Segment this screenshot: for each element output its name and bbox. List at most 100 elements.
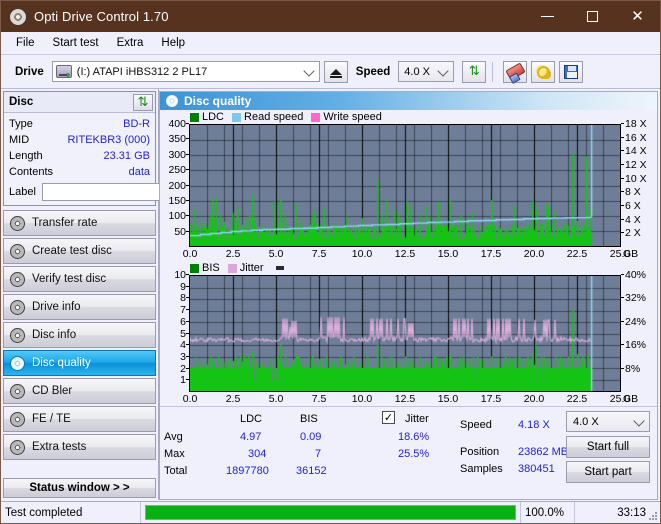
close-icon: ✕ — [631, 7, 644, 25]
disc-row-type: Type BD-R — [9, 116, 150, 132]
minimize-icon — [541, 16, 554, 17]
y-tick-label: 200 — [168, 179, 189, 192]
x-tick-label: 22.5 — [566, 248, 588, 260]
sidebar-item-create-test-disc[interactable]: Create test disc — [3, 238, 156, 264]
y2-tick-label: 10 X — [621, 172, 647, 185]
menu-start-test[interactable]: Start test — [44, 35, 108, 51]
y2-tick-label: 16 X — [621, 131, 647, 144]
disc-row-mid: MID RITEKBR3 (000) — [9, 132, 150, 148]
x-tick-label: 20.0 — [523, 393, 545, 405]
stats-total-ldc: 1897780 — [226, 465, 269, 477]
disc-icon — [10, 383, 25, 399]
bis-plot-area[interactable] — [189, 275, 621, 392]
menu-file[interactable]: File — [7, 35, 44, 51]
disc-icon — [10, 271, 25, 287]
stats-position-value: 23862 MB — [518, 446, 569, 458]
menu-extra[interactable]: Extra — [108, 35, 153, 51]
sidebar-item-cd-bler[interactable]: CD Bler — [3, 378, 156, 404]
sidebar-item-transfer-rate[interactable]: Transfer rate — [3, 210, 156, 236]
legend-swatch — [227, 263, 237, 273]
legend-item-ldc: LDC — [190, 111, 224, 123]
toolbar-divider — [492, 61, 494, 82]
y-tick-label: 350 — [168, 133, 189, 146]
eraser-icon — [505, 62, 526, 81]
drive-select[interactable]: (I:) ATAPI iHBS312 2 PL17 — [51, 61, 320, 82]
disc-row-key: Contents — [9, 166, 54, 178]
x-tick-label: 7.5 — [311, 393, 327, 405]
status-message: Test completed — [1, 502, 141, 523]
x-tick-label: 2.5 — [225, 393, 241, 405]
disc-row-value: data — [128, 166, 150, 178]
disc-icon — [10, 411, 25, 427]
y-tick-label: 250 — [168, 164, 189, 177]
eject-button[interactable] — [323, 60, 348, 83]
disc-row-value: RITEKBR3 (000) — [67, 134, 150, 146]
sidebar-item-disc-quality[interactable]: Disc quality — [3, 350, 156, 376]
start-full-button[interactable]: Start full — [566, 436, 650, 458]
disc-row-length: Length 23.31 GB — [9, 148, 150, 164]
y2-tick-label: 18 X — [621, 118, 647, 130]
x-tick-label: 15.0 — [437, 393, 459, 405]
sidebar-item-verify-test-disc[interactable]: Verify test disc — [3, 266, 156, 292]
disc-panel: Disc ⇅ Type BD-R MID RITEKBR3 (000) Leng… — [3, 91, 244, 206]
legend-item-bis: BIS — [190, 262, 220, 274]
y-tick-label: 8 — [180, 292, 189, 305]
drive-icon — [55, 65, 72, 78]
stats-speed-value: 4.18 X — [518, 419, 550, 431]
save-button[interactable] — [559, 60, 584, 83]
refresh-button[interactable]: ⇅ — [462, 60, 487, 83]
resize-grip[interactable] — [648, 511, 658, 521]
legend-label: Jitter — [239, 262, 264, 274]
sidebar-item-drive-info[interactable]: Drive info — [3, 294, 156, 320]
bis-jitter-chart: BIS Jitter 1 2 3 4 5 6 7 8 9 10 8% 16% 24% 32% 40% 0.… — [160, 261, 657, 406]
ldc-plot-area[interactable] — [189, 124, 621, 247]
sidebar-item-fe-te[interactable]: FE / TE — [3, 406, 156, 432]
speed-label: Speed — [355, 65, 391, 78]
progress-bar-fill — [146, 506, 515, 519]
ldc-chart-legend: LDC Read speed Write speed — [160, 110, 657, 124]
start-part-button[interactable]: Start part — [566, 461, 650, 483]
y2-tick-label: 16% — [620, 339, 647, 352]
disc-quality-icon — [166, 95, 178, 107]
x-axis-unit-label: GB — [623, 248, 639, 260]
x-tick-label: 5.0 — [268, 248, 284, 260]
x-tick-label: 2.5 — [225, 248, 241, 260]
y2-tick-label: 8% — [620, 362, 641, 375]
minimize-button[interactable] — [525, 1, 570, 32]
disc-row-value: 23.31 GB — [103, 150, 150, 162]
erase-button[interactable] — [503, 60, 528, 83]
maximize-icon — [587, 11, 598, 22]
x-tick-label: 10.0 — [351, 248, 373, 260]
sidebar-item-label: CD Bler — [32, 385, 73, 397]
ldc-y-axis-labels: 50 100 150 200 250 300 350 400 — [160, 119, 189, 247]
stats-header-ldc: LDC — [240, 413, 263, 425]
x-tick-label: 0.0 — [182, 248, 198, 260]
disc-row-key: Length — [9, 150, 43, 162]
stats-row-key-total: Total — [164, 465, 188, 477]
disc-row-contents: Contents data — [9, 164, 150, 180]
stats-max-jitter: 25.5% — [398, 448, 430, 460]
title-bar: Opti Drive Control 1.70 ✕ — [1, 1, 660, 32]
sidebar-item-disc-info[interactable]: Disc info — [3, 322, 156, 348]
test-speed-select[interactable]: 4.0 X — [566, 411, 650, 432]
sidebar-item-label: Transfer rate — [32, 217, 98, 229]
content-panel: Disc quality LDC Read speed Write speed — [159, 91, 658, 500]
status-window-button[interactable]: Status window > > — [3, 478, 156, 498]
ldc-plot-row: 50 100 150 200 250 300 350 400 2 X4 X6 X8 X 10 X… — [160, 119, 657, 247]
legend-label: BIS — [202, 262, 220, 274]
speed-select[interactable]: 4.0 X — [398, 61, 455, 82]
eject-icon — [329, 68, 342, 78]
sidebar-item-extra-tests[interactable]: Extra tests — [3, 434, 156, 460]
sidebar: Disc ⇅ Type BD-R MID RITEKBR3 (000) Leng… — [1, 89, 244, 500]
disc-refresh-button[interactable]: ⇅ — [133, 93, 153, 111]
stats-avg-ldc: 4.97 — [240, 431, 262, 443]
menu-help[interactable]: Help — [152, 35, 194, 51]
x-tick-label: 22.5 — [566, 393, 588, 405]
y2-tick-label: 24% — [620, 315, 647, 328]
jitter-checkbox[interactable]: ✓ — [382, 411, 395, 424]
tools-button[interactable] — [531, 60, 556, 83]
close-button[interactable]: ✕ — [615, 1, 660, 32]
maximize-button[interactable] — [570, 1, 615, 32]
disc-row-value: BD-R — [123, 118, 150, 130]
